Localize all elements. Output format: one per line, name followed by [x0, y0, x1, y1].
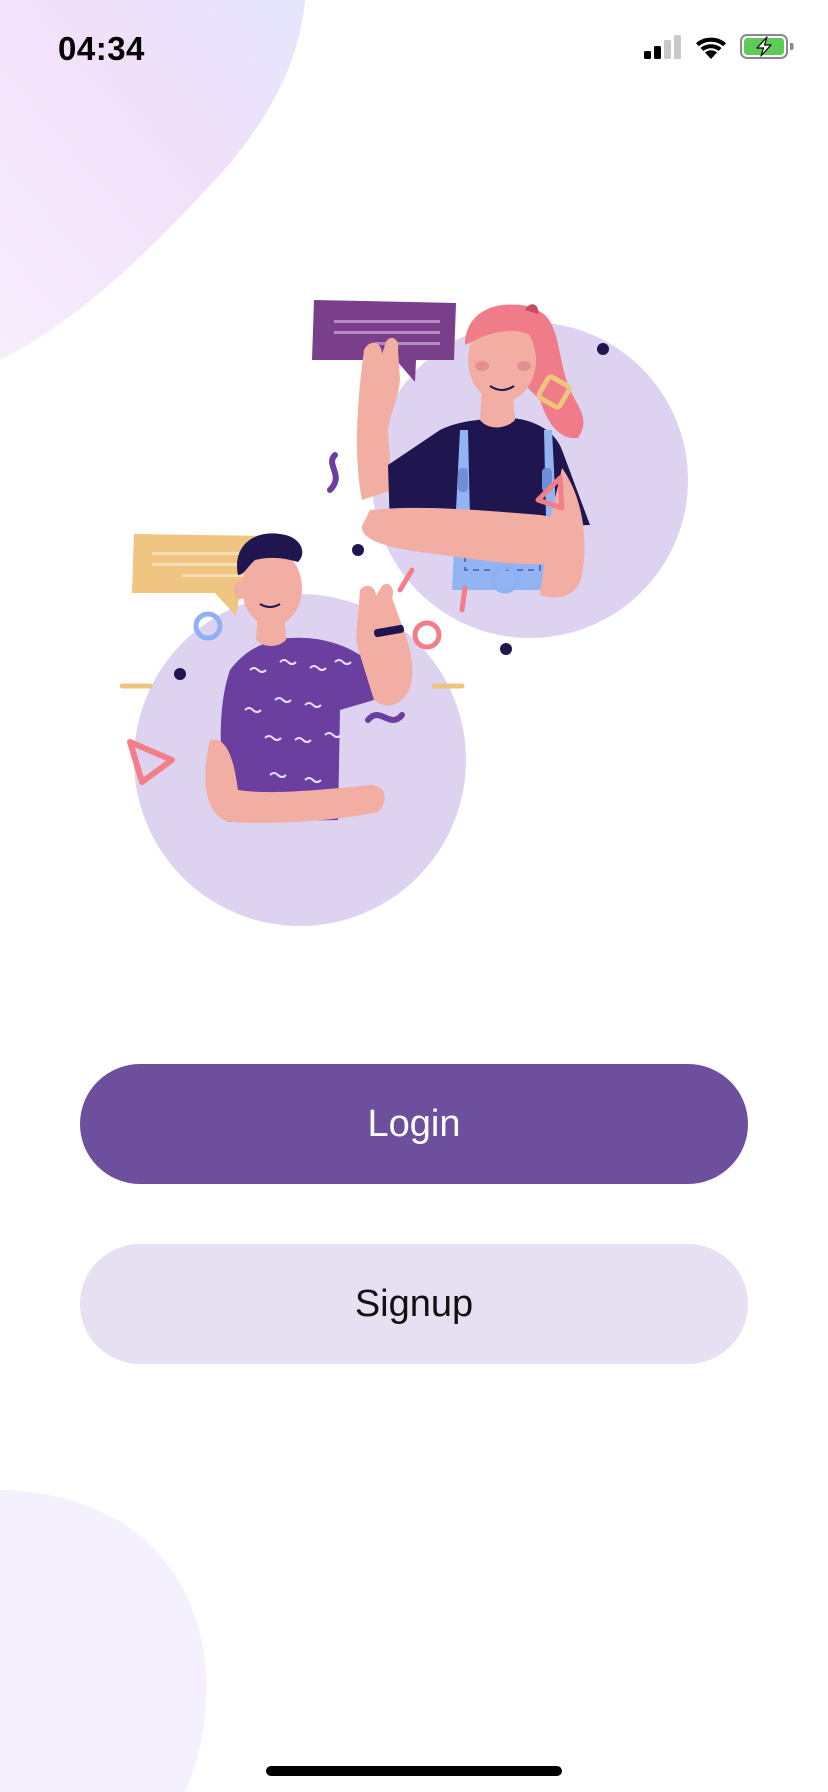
signup-button[interactable]: Signup [80, 1244, 748, 1364]
status-icons [644, 34, 794, 59]
signup-button-label: Signup [354, 1282, 474, 1325]
decorative-blob-bottom [0, 1490, 207, 1792]
status-bar: 04:34 [0, 0, 828, 100]
home-indicator[interactable] [266, 1766, 562, 1776]
status-time: 04:34 [58, 30, 145, 67]
welcome-screen: 04:34 Login Signup [0, 0, 828, 1792]
login-button[interactable]: Login [80, 1064, 748, 1184]
cellular-signal-icon [644, 34, 681, 59]
wifi-icon [696, 37, 726, 59]
people-chatting-illustration [120, 300, 688, 926]
login-button-label: Login [367, 1102, 461, 1145]
battery-charging-icon [740, 34, 794, 59]
